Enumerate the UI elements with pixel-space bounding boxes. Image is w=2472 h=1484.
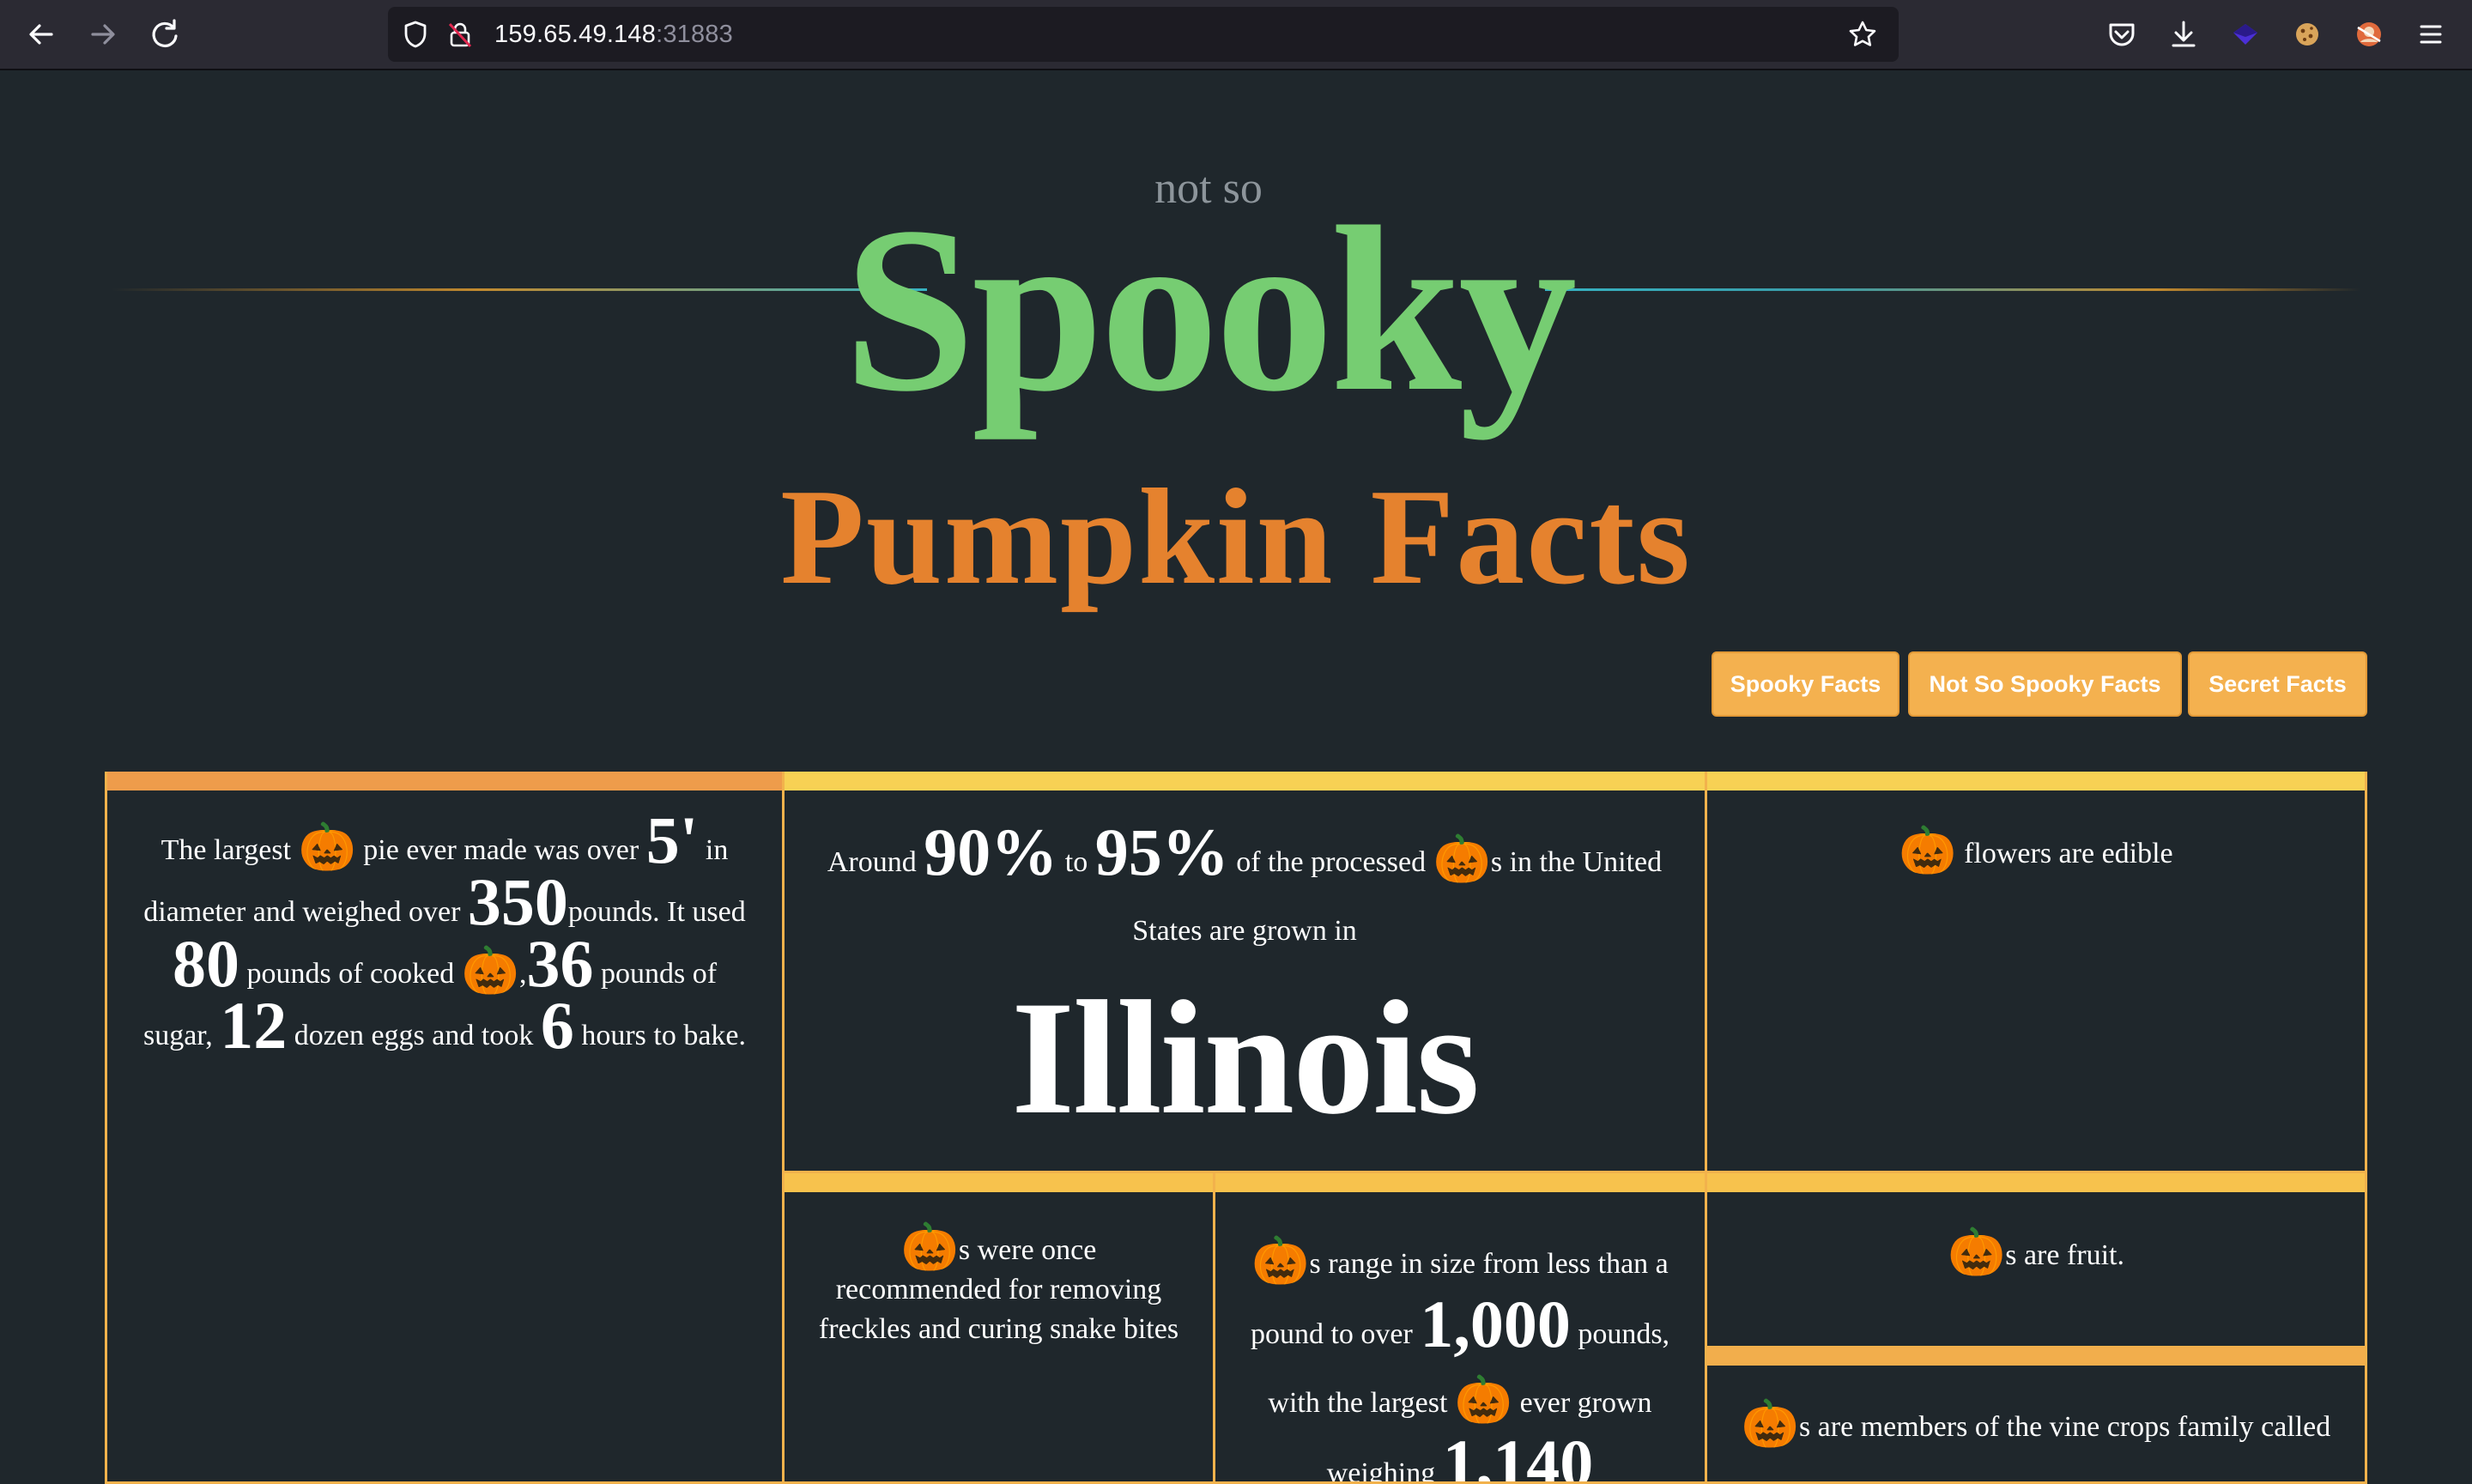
fact-card-fruit: 🎃s are fruit. xyxy=(1705,1173,2367,1348)
url-text[interactable]: 159.65.49.148:31883 xyxy=(494,7,733,62)
card-top-bar xyxy=(1707,772,2365,790)
card-top-bar xyxy=(107,772,782,790)
forward-arrow-icon[interactable] xyxy=(84,15,122,53)
menu-icon[interactable] xyxy=(2412,15,2450,53)
pumpkin-icon: 🎃 xyxy=(1433,833,1491,885)
fact-text: 🎃s range in size from less than a pound … xyxy=(1239,1230,1681,1484)
pumpkin-icon: 🎃 xyxy=(461,945,519,996)
fact-card-size-range: 🎃s range in size from less than a pound … xyxy=(1213,1173,1707,1484)
page-title: Spooky xyxy=(843,178,1578,440)
reload-icon[interactable] xyxy=(146,15,184,53)
fact-number: 12 xyxy=(220,988,288,1063)
spooky-facts-button[interactable]: Spooky Facts xyxy=(1712,651,1899,717)
address-bar[interactable]: 159.65.49.148:31883 xyxy=(388,7,1899,62)
bookmark-star-icon[interactable] xyxy=(1847,19,1878,50)
fact-number: 6 xyxy=(540,988,574,1063)
profile-icon[interactable] xyxy=(2350,15,2388,53)
page-subtitle: Pumpkin Facts xyxy=(780,460,1692,613)
pumpkin-icon: 🎃 xyxy=(1741,1398,1799,1450)
fact-number: 5' xyxy=(645,803,699,877)
fact-card-freckles: 🎃s were once recommended for removing fr… xyxy=(782,1173,1215,1484)
cookie-icon[interactable] xyxy=(2288,15,2326,53)
fact-number: 95% xyxy=(1094,815,1229,889)
pumpkin-icon: 🎃 xyxy=(1947,1227,2006,1278)
fact-text-part: pie ever made was over xyxy=(363,834,639,866)
not-so-spooky-facts-button[interactable]: Not So Spooky Facts xyxy=(1908,651,2182,717)
fact-text-part: pounds of cooked xyxy=(246,958,455,990)
card-top-bar xyxy=(785,1173,1213,1192)
fact-card-largest-pie: The largest 🎃 pie ever made was over 5' … xyxy=(105,772,785,1484)
pumpkin-icon: 🎃 xyxy=(1454,1374,1513,1426)
extension-icon[interactable] xyxy=(2227,15,2264,53)
fact-text-part: The largest xyxy=(161,834,292,866)
pumpkin-icon: 🎃 xyxy=(298,821,356,873)
fact-number: 1,000 xyxy=(1420,1287,1571,1361)
fact-text-part: hours to bake. xyxy=(581,1020,747,1051)
card-top-bar xyxy=(1707,1347,2365,1366)
fact-text-part: s are fruit. xyxy=(2005,1239,2125,1271)
card-top-bar xyxy=(1707,1173,2365,1192)
fact-text-part: s were once recommended for removing fre… xyxy=(818,1234,1179,1345)
fact-text: 🎃s are members of the vine crops family … xyxy=(1728,1401,2344,1453)
fact-text: Around 90% to 95% of the processed 🎃s in… xyxy=(805,819,1684,1148)
fact-text: 🎃 flowers are edible xyxy=(1742,825,2330,880)
url-host: 159.65.49.148 xyxy=(494,21,657,48)
fact-text-part: to xyxy=(1064,846,1088,878)
fact-card-vine-crops: 🎃s are members of the vine crops family … xyxy=(1705,1347,2367,1484)
fact-text-part: pounds. It used xyxy=(567,896,746,928)
fact-text-part: of the processed xyxy=(1236,846,1427,878)
secret-facts-button[interactable]: Secret Facts xyxy=(2188,651,2367,717)
fact-number: 1,140 xyxy=(1442,1426,1594,1484)
url-port: :31883 xyxy=(656,21,733,48)
fact-text-part: dozen eggs and took xyxy=(294,1020,534,1051)
pumpkin-icon: 🎃 xyxy=(900,1221,959,1273)
state-name: Illinois xyxy=(1011,968,1480,1148)
pumpkin-icon: 🎃 xyxy=(1899,825,1957,876)
card-top-bar xyxy=(785,772,1705,790)
pocket-icon[interactable] xyxy=(2103,15,2141,53)
fact-text-part: Around xyxy=(827,846,917,878)
fact-card-flowers: 🎃 flowers are edible xyxy=(1705,772,2367,1173)
fact-text-part: s are members of the vine crops family c… xyxy=(1798,1411,2331,1443)
fact-text: The largest 🎃 pie ever made was over 5' … xyxy=(140,807,749,1063)
download-icon[interactable] xyxy=(2165,15,2202,53)
card-top-bar xyxy=(1215,1173,1705,1192)
browser-toolbar: 159.65.49.148:31883 xyxy=(0,0,2472,70)
fact-number: 90% xyxy=(924,815,1058,889)
back-arrow-icon[interactable] xyxy=(22,15,60,53)
fact-card-illinois: Around 90% to 95% of the processed 🎃s in… xyxy=(782,772,1707,1173)
fact-text: 🎃s are fruit. xyxy=(1742,1227,2330,1281)
insecure-lock-icon[interactable] xyxy=(445,19,476,50)
fact-text: 🎃s were once recommended for removing fr… xyxy=(815,1224,1182,1349)
fact-text-part: flowers are edible xyxy=(1964,838,2173,869)
pumpkin-icon: 🎃 xyxy=(1251,1235,1310,1287)
shield-icon[interactable] xyxy=(400,19,431,50)
